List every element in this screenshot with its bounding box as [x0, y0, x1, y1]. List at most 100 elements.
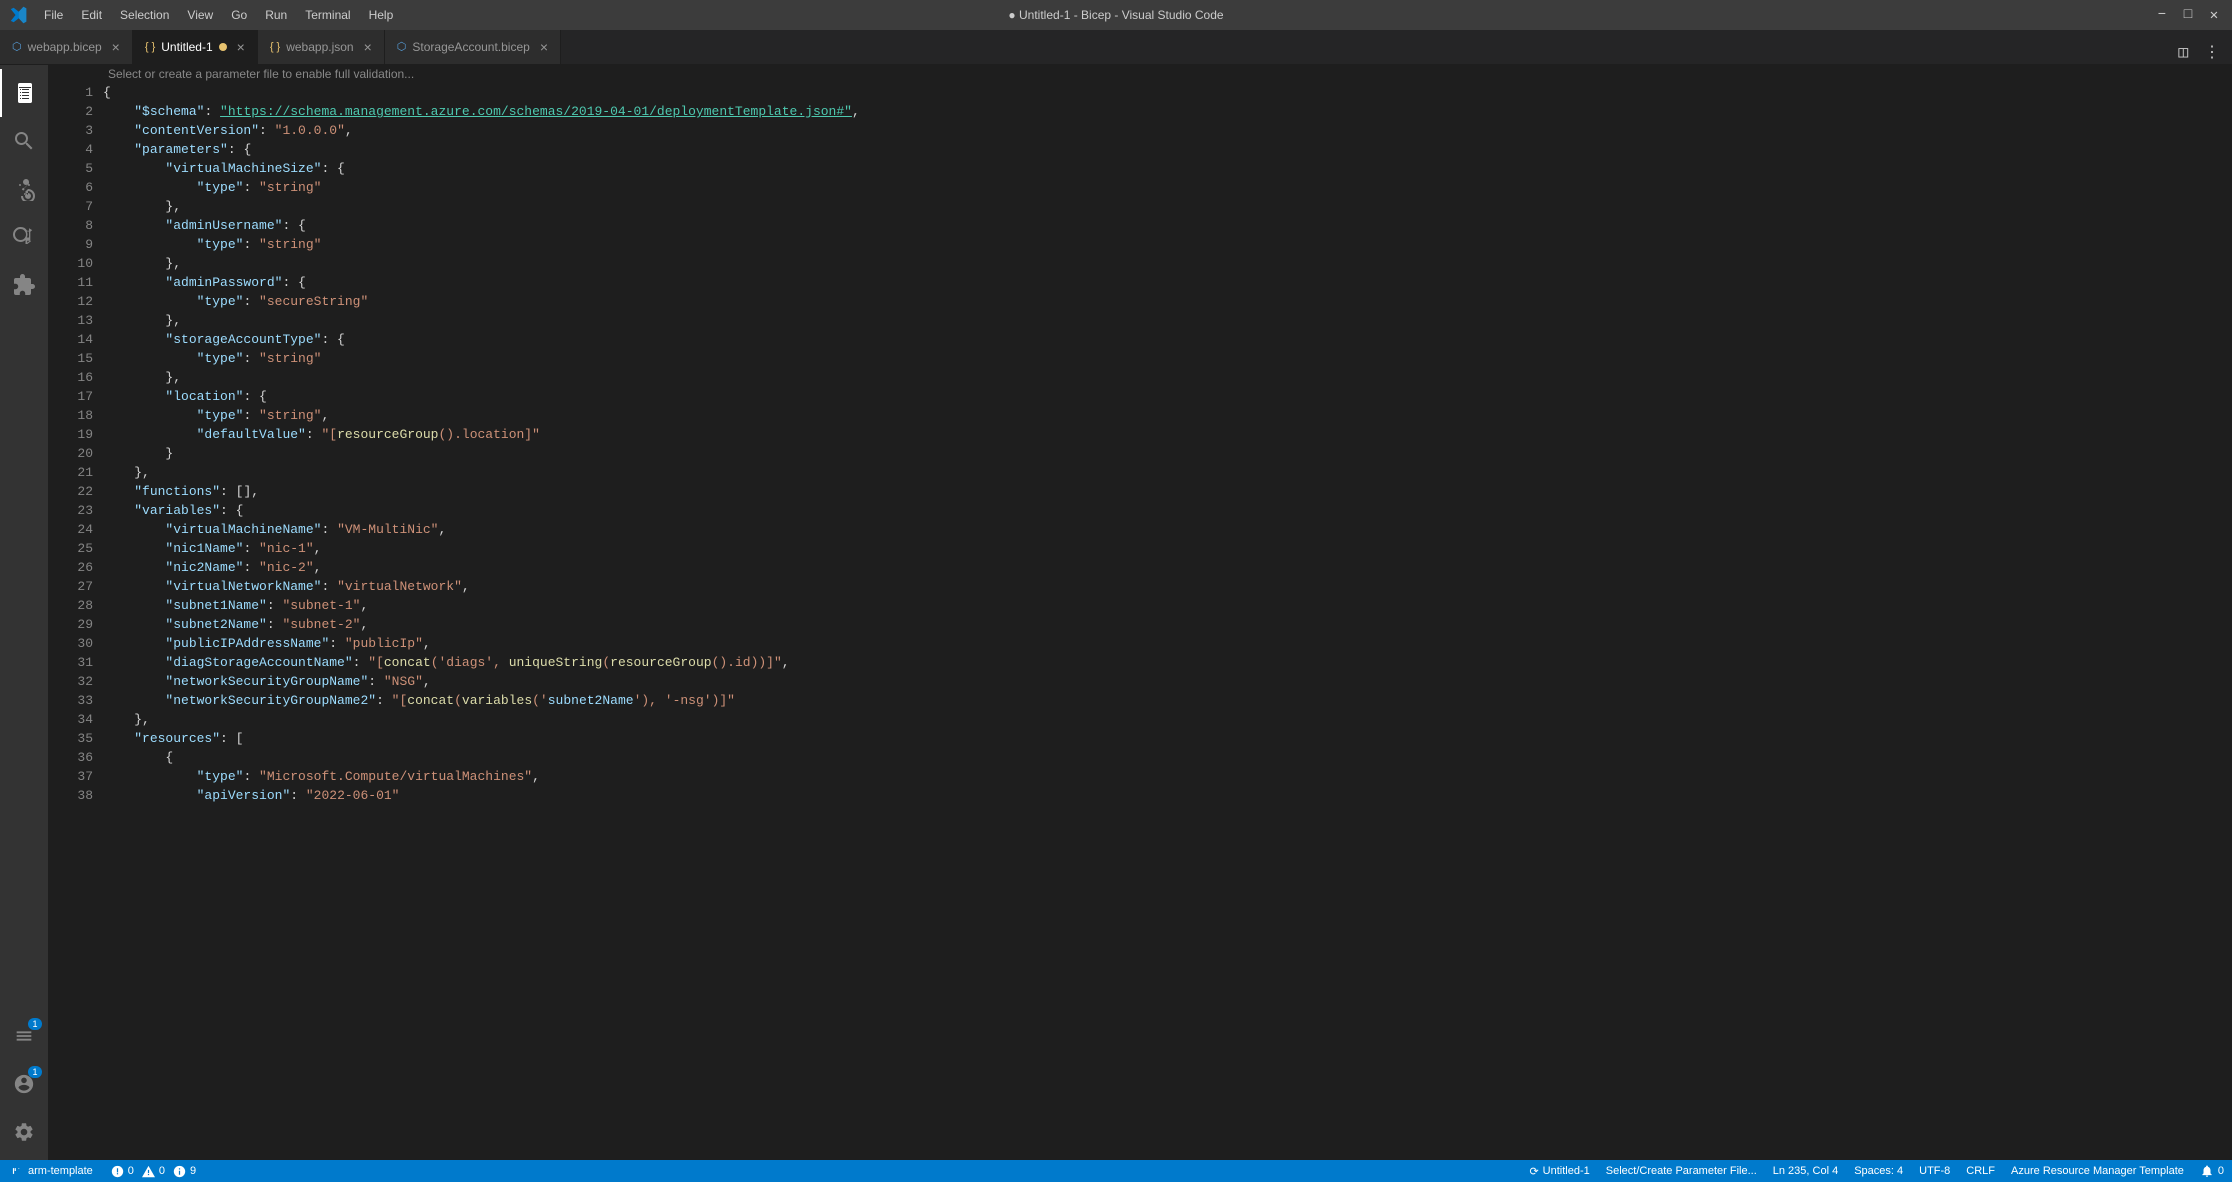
menu-go[interactable]: Go [223, 4, 255, 26]
line-num-1: 1 [58, 83, 93, 102]
status-select-parameter[interactable]: Select/Create Parameter File... [1598, 1165, 1765, 1177]
code-line-24: "virtualMachineName": "VM-MultiNic", [103, 520, 2212, 539]
status-language[interactable]: Azure Resource Manager Template [2003, 1165, 2192, 1177]
vscode-logo-icon [10, 6, 28, 24]
line-num-24: 24 [58, 520, 93, 539]
remote-badge: 1 [28, 1018, 42, 1030]
line-num-2: 2 [58, 102, 93, 121]
code-line-36: { [103, 748, 2212, 767]
code-line-29: "subnet2Name": "subnet-2", [103, 615, 2212, 634]
code-editor[interactable]: 1 2 3 4 5 6 7 8 9 10 11 12 13 14 15 16 1… [48, 83, 2232, 1160]
info-bar[interactable]: Select or create a parameter file to ena… [48, 65, 2232, 83]
line-num-8: 8 [58, 216, 93, 235]
status-cursor-position[interactable]: Ln 235, Col 4 [1765, 1165, 1846, 1177]
tab-close-icon[interactable]: × [112, 39, 120, 55]
tab-close-icon[interactable]: × [540, 39, 548, 55]
code-line-30: "publicIPAddressName": "publicIp", [103, 634, 2212, 653]
line-num-21: 21 [58, 463, 93, 482]
line-numbers: 1 2 3 4 5 6 7 8 9 10 11 12 13 14 15 16 1… [48, 83, 103, 1160]
spaces-text: Spaces: 4 [1854, 1165, 1903, 1177]
menu-bar: File Edit Selection View Go Run Terminal… [36, 4, 401, 26]
close-button[interactable]: ✕ [2206, 7, 2222, 23]
code-line-27: "virtualNetworkName": "virtualNetwork", [103, 577, 2212, 596]
activity-source-control[interactable] [0, 165, 48, 213]
menu-selection[interactable]: Selection [112, 4, 177, 26]
menu-run[interactable]: Run [257, 4, 295, 26]
code-line-22: "functions": [], [103, 482, 2212, 501]
tab-webapp-bicep[interactable]: ⬡ webapp.bicep × [0, 29, 133, 64]
activity-search[interactable] [0, 117, 48, 165]
status-errors-warnings[interactable]: 0 0 9 [103, 1165, 204, 1178]
line-num-10: 10 [58, 254, 93, 273]
activity-accounts[interactable]: 1 [0, 1060, 48, 1108]
line-num-29: 29 [58, 615, 93, 634]
activity-explorer[interactable] [0, 69, 48, 117]
line-num-4: 4 [58, 140, 93, 159]
line-num-11: 11 [58, 273, 93, 292]
tab-bar: ⬡ webapp.bicep × { } Untitled-1 × { } we… [0, 30, 2232, 65]
tab-close-icon[interactable]: × [237, 39, 245, 55]
menu-view[interactable]: View [179, 4, 221, 26]
tab-label: webapp.json [286, 40, 353, 54]
cursor-position-text: Ln 235, Col 4 [1773, 1165, 1838, 1177]
tab-storageaccount-bicep[interactable]: ⬡ StorageAccount.bicep × [385, 29, 561, 64]
code-line-19: "defaultValue": "[resourceGroup().locati… [103, 425, 2212, 444]
select-parameter-label: Select/Create Parameter File... [1606, 1165, 1757, 1177]
tab-actions: ◫ ⋮ [2174, 40, 2232, 64]
split-editor-button[interactable]: ◫ [2174, 40, 2192, 64]
info-count: 9 [190, 1165, 196, 1177]
code-line-34: }, [103, 710, 2212, 729]
status-bar: arm-template 0 0 9 ⟳ Untitled-1 Select/C… [0, 1160, 2232, 1182]
code-line-9: "type": "string" [103, 235, 2212, 254]
tab-untitled-1[interactable]: { } Untitled-1 × [133, 29, 258, 64]
code-line-18: "type": "string", [103, 406, 2212, 425]
status-encoding[interactable]: UTF-8 [1911, 1165, 1958, 1177]
code-line-8: "adminUsername": { [103, 216, 2212, 235]
code-line-17: "location": { [103, 387, 2212, 406]
menu-file[interactable]: File [36, 4, 71, 26]
tab-close-icon[interactable]: × [364, 39, 372, 55]
code-line-16: }, [103, 368, 2212, 387]
tab-label: webapp.bicep [28, 40, 102, 54]
activity-run-debug[interactable] [0, 213, 48, 261]
status-spaces[interactable]: Spaces: 4 [1846, 1165, 1911, 1177]
code-line-5: "virtualMachineSize": { [103, 159, 2212, 178]
status-right: ⟳ Untitled-1 Select/Create Parameter Fil… [1521, 1164, 2232, 1178]
code-line-11: "adminPassword": { [103, 273, 2212, 292]
tab-webapp-json[interactable]: { } webapp.json × [258, 29, 385, 64]
maximize-button[interactable]: □ [2180, 7, 2196, 23]
error-icon [111, 1165, 124, 1178]
line-num-22: 22 [58, 482, 93, 501]
activity-remote[interactable]: 1 [0, 1012, 48, 1060]
code-line-33: "networkSecurityGroupName2": "[concat(va… [103, 691, 2212, 710]
encoding-text: UTF-8 [1919, 1165, 1950, 1177]
editor-area: Select or create a parameter file to ena… [48, 65, 2232, 1160]
menu-terminal[interactable]: Terminal [297, 4, 358, 26]
status-modified-file[interactable]: ⟳ Untitled-1 [1521, 1165, 1597, 1178]
line-num-37: 37 [58, 767, 93, 786]
minimize-button[interactable]: − [2154, 7, 2170, 23]
status-notifications[interactable]: 0 [2192, 1164, 2232, 1178]
line-num-20: 20 [58, 444, 93, 463]
activity-extensions[interactable] [0, 261, 48, 309]
menu-help[interactable]: Help [361, 4, 402, 26]
status-line-ending[interactable]: CRLF [1958, 1165, 2003, 1177]
line-num-23: 23 [58, 501, 93, 520]
title-bar: File Edit Selection View Go Run Terminal… [0, 0, 2232, 30]
line-num-6: 6 [58, 178, 93, 197]
code-line-14: "storageAccountType": { [103, 330, 2212, 349]
more-tabs-button[interactable]: ⋮ [2200, 40, 2224, 64]
code-line-4: "parameters": { [103, 140, 2212, 159]
code-line-10: }, [103, 254, 2212, 273]
window-title: ● Untitled-1 - Bicep - Visual Studio Cod… [1008, 8, 1223, 22]
line-num-13: 13 [58, 311, 93, 330]
code-content[interactable]: { "$schema": "https://schema.management.… [103, 83, 2232, 1160]
line-num-14: 14 [58, 330, 93, 349]
window-controls: − □ ✕ [2154, 7, 2222, 23]
status-git-branch[interactable]: arm-template [0, 1164, 103, 1178]
tab-file-icon: { } [270, 41, 280, 53]
code-line-26: "nic2Name": "nic-2", [103, 558, 2212, 577]
tab-label: Untitled-1 [161, 40, 212, 54]
activity-settings[interactable] [0, 1108, 48, 1156]
menu-edit[interactable]: Edit [73, 4, 110, 26]
